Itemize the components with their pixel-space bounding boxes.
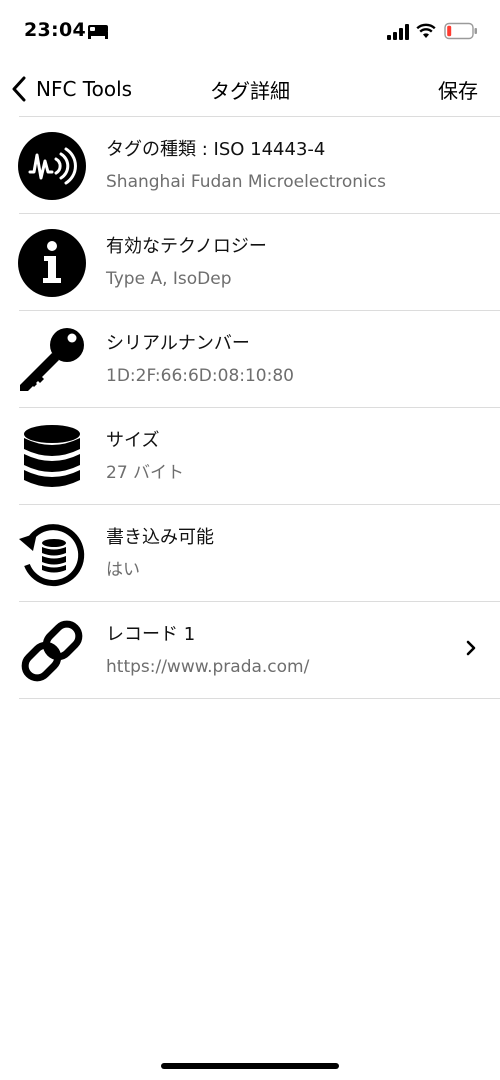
row-technologies: 有効なテクノロジー Type A, IsoDep xyxy=(0,214,500,310)
row-title: シリアルナンバー xyxy=(106,333,250,354)
back-button[interactable]: NFC Tools xyxy=(10,62,132,116)
row-serial-number: シリアルナンバー 1D:2F:66:6D:08:10:80 xyxy=(0,311,500,407)
chevron-right-icon xyxy=(466,640,476,656)
nfc-tag-icon xyxy=(18,132,86,200)
status-time: 23:04 xyxy=(24,19,86,41)
row-size: サイズ 27 バイト xyxy=(0,408,500,504)
separator xyxy=(19,698,500,699)
row-title: タグの種類 : ISO 14443-4 xyxy=(106,139,326,160)
back-label: NFC Tools xyxy=(36,77,133,101)
key-icon xyxy=(20,328,84,391)
row-title: レコード 1 xyxy=(106,624,196,645)
row-subtitle: Type A, IsoDep xyxy=(106,269,232,289)
link-icon xyxy=(21,620,83,682)
row-subtitle: Shanghai Fudan Microelectronics xyxy=(106,172,387,192)
chevron-left-icon xyxy=(12,76,26,102)
row-subtitle: 27 バイト xyxy=(106,463,185,483)
sleep-icon xyxy=(88,25,108,39)
database-icon xyxy=(24,425,80,487)
row-tag-type: タグの種類 : ISO 14443-4 Shanghai Fudan Micro… xyxy=(0,117,500,213)
row-title: 書き込み可能 xyxy=(106,527,214,548)
row-subtitle: https://www.prada.com/ xyxy=(106,657,310,677)
signal-icon xyxy=(387,24,409,40)
info-icon xyxy=(18,229,86,297)
row-subtitle: はい xyxy=(106,560,140,580)
wifi-icon xyxy=(416,23,436,38)
tag-info-list: タグの種類 : ISO 14443-4 Shanghai Fudan Micro… xyxy=(0,116,500,699)
row-title: サイズ xyxy=(106,430,160,451)
home-indicator[interactable] xyxy=(161,1063,339,1069)
writable-icon xyxy=(19,524,85,587)
row-record-1[interactable]: レコード 1 https://www.prada.com/ xyxy=(0,602,500,698)
row-subtitle: 1D:2F:66:6D:08:10:80 xyxy=(106,366,294,386)
navigation-bar: NFC Tools タグ詳細 保存 xyxy=(0,62,500,116)
row-title: 有効なテクノロジー xyxy=(106,236,267,257)
row-writable: 書き込み可能 はい xyxy=(0,505,500,601)
battery-low-icon xyxy=(444,22,477,40)
save-button[interactable]: 保存 xyxy=(438,62,478,116)
status-bar: 23:04 xyxy=(0,0,500,62)
